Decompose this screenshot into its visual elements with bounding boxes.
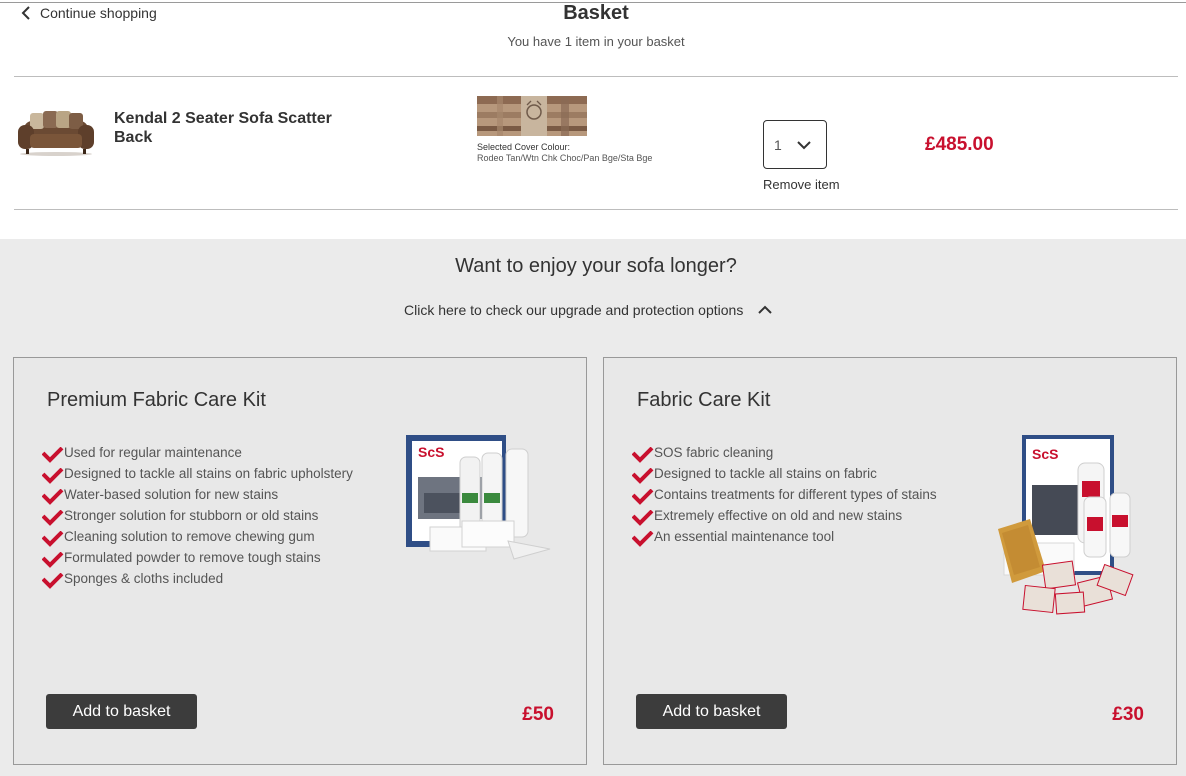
product-card-premium-care-kit: Premium Fabric Care Kit Used for regular…: [13, 357, 587, 765]
quantity-select[interactable]: 1: [763, 120, 827, 169]
check-icon: [42, 447, 64, 463]
svg-text:ScS: ScS: [418, 444, 444, 460]
cover-colour-swatch: [477, 96, 587, 136]
chevron-up-icon: [758, 305, 773, 314]
check-icon: [632, 489, 654, 505]
divider: [14, 76, 1178, 77]
sofa-thumbnail[interactable]: [16, 107, 96, 157]
svg-text:ScS: ScS: [1032, 446, 1058, 462]
quantity-value: 1: [774, 136, 782, 153]
list-item: Water-based solution for new stains: [42, 484, 353, 505]
list-item: Sponges & cloths included: [42, 568, 353, 589]
page-title: Basket: [563, 2, 629, 24]
list-item: Designed to tackle all stains on fabric: [632, 463, 937, 484]
list-item: Contains treatments for different types …: [632, 484, 937, 505]
cover-colour-label: Selected Cover Colour:: [477, 142, 571, 152]
upsell-toggle-label: Click here to check our upgrade and prot…: [404, 302, 744, 318]
list-item: Stronger solution for stubborn or old st…: [42, 505, 353, 526]
premium-care-kit-image: ScS: [406, 435, 551, 560]
check-icon: [42, 510, 64, 526]
list-item: SOS fabric cleaning: [632, 442, 937, 463]
card-price: £50: [522, 704, 554, 725]
fabric-care-kit-image: ScS: [998, 435, 1134, 615]
upsell-toggle[interactable]: Click here to check our upgrade and prot…: [404, 302, 773, 318]
list-item: Cleaning solution to remove chewing gum: [42, 526, 353, 547]
check-icon: [632, 531, 654, 547]
check-icon: [42, 468, 64, 484]
cover-colour-value: Rodeo Tan/Wtn Chk Choc/Pan Bge/Sta Bge: [477, 153, 653, 163]
chevron-down-icon: [797, 141, 811, 150]
basket-count: You have 1 item in your basket: [507, 34, 685, 49]
feature-list: SOS fabric cleaning Designed to tackle a…: [632, 442, 937, 547]
check-icon: [42, 489, 64, 505]
product-name[interactable]: Kendal 2 Seater Sofa Scatter Back: [114, 109, 354, 147]
list-item: Used for regular maintenance: [42, 442, 353, 463]
card-title: Fabric Care Kit: [637, 389, 771, 411]
check-icon: [42, 573, 64, 589]
list-item: Extremely effective on old and new stain…: [632, 505, 937, 526]
check-icon: [42, 531, 64, 547]
check-icon: [632, 510, 654, 526]
add-to-basket-button[interactable]: Add to basket: [636, 694, 787, 729]
upsell-title: Want to enjoy your sofa longer?: [455, 255, 737, 277]
check-icon: [632, 447, 654, 463]
divider: [14, 209, 1178, 210]
remove-item-link[interactable]: Remove item: [763, 177, 840, 192]
card-price: £30: [1112, 704, 1144, 725]
item-price: £485.00: [925, 134, 994, 155]
card-title: Premium Fabric Care Kit: [47, 389, 266, 411]
feature-list: Used for regular maintenance Designed to…: [42, 442, 353, 589]
check-icon: [632, 468, 654, 484]
check-icon: [42, 552, 64, 568]
product-card-fabric-care-kit: Fabric Care Kit SOS fabric cleaning Desi…: [603, 357, 1177, 765]
list-item: An essential maintenance tool: [632, 526, 937, 547]
add-to-basket-button[interactable]: Add to basket: [46, 694, 197, 729]
list-item: Designed to tackle all stains on fabric …: [42, 463, 353, 484]
list-item: Formulated powder to remove tough stains: [42, 547, 353, 568]
